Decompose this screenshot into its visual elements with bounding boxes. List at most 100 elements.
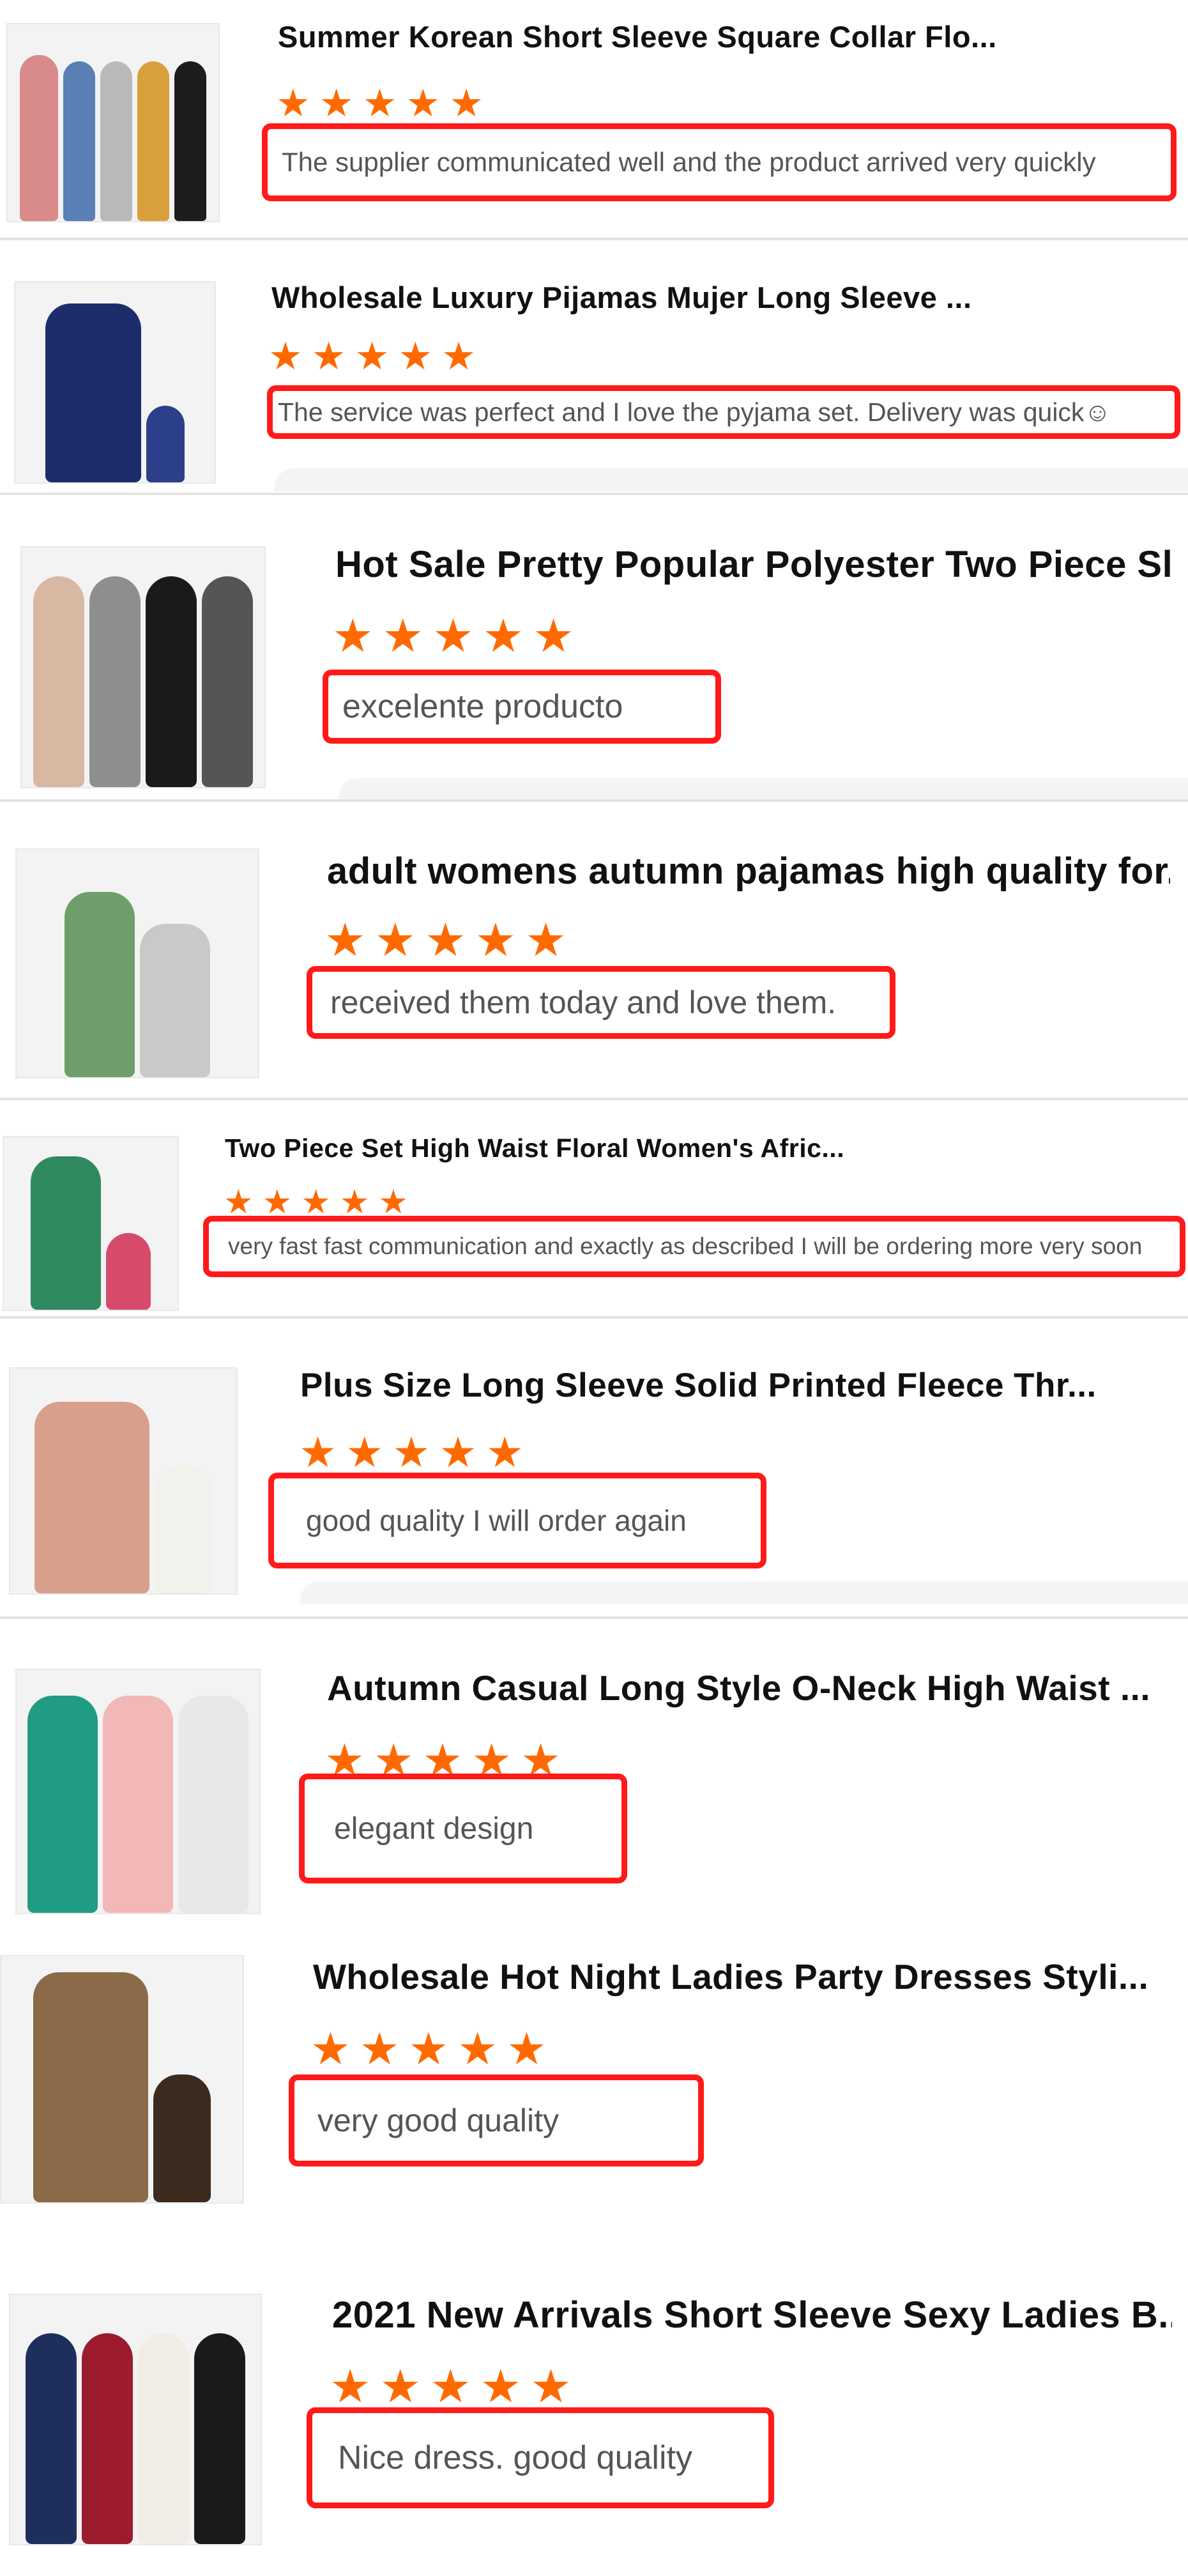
review-text: elegant design [334,1811,534,1846]
star-icon: ★ [398,335,433,378]
review-highlight-box: The supplier communicated well and the p… [262,123,1177,201]
divider [0,238,1188,240]
star-icon: ★ [268,335,303,378]
star-icon: ★ [485,1429,524,1476]
star-icon: ★ [374,915,416,966]
product-thumbnail[interactable] [14,281,216,484]
product-thumbnail[interactable] [0,1955,244,2204]
star-icon: ★ [432,611,474,662]
product-thumbnail[interactable] [3,1136,179,1311]
star-icon: ★ [339,1184,370,1221]
star-icon: ★ [299,1429,337,1476]
rating-stars: ★ ★ ★ ★ ★ [299,1431,524,1473]
rating-stars: ★ ★ ★ ★ ★ [224,1186,408,1219]
dress-figure [174,61,206,221]
star-icon: ★ [441,335,476,378]
star-icon: ★ [359,2024,400,2074]
star-icon: ★ [533,611,574,662]
rating-stars: ★ ★ ★ ★ ★ [332,613,574,659]
dress-figure [178,1696,248,1913]
dress-figure [137,61,169,221]
star-icon: ★ [310,2024,351,2074]
star-icon: ★ [311,335,346,378]
product-thumbnail[interactable] [9,1367,238,1595]
product-title[interactable]: Hot Sale Pretty Popular Polyester Two Pi… [335,543,1172,586]
dress-figure [138,2333,189,2544]
dress-figure [20,55,58,221]
star-icon: ★ [276,82,310,125]
review-text: very good quality [317,2103,560,2138]
pajama-figure [45,303,141,482]
review-text: excelente producto [342,688,623,725]
review-highlight-box: good quality I will order again [268,1473,766,1568]
star-icon: ★ [482,611,524,662]
star-icon: ★ [480,2361,522,2412]
review-text: Nice dress. good quality [338,2439,692,2476]
rating-stars: ★ ★ ★ ★ ★ [268,337,476,376]
dress-figure [100,61,132,221]
swimsuit-figure [106,1233,151,1310]
product-title[interactable]: Wholesale Luxury Pijamas Mujer Long Slee… [271,280,1172,315]
star-icon: ★ [319,82,354,125]
product-title[interactable]: Summer Korean Short Sleeve Square Collar… [278,19,1172,54]
divider [0,799,1188,802]
review-text: The service was perfect and I love the p… [278,397,1111,427]
swimsuit-figure [31,1156,101,1310]
product-thumbnail[interactable] [15,848,259,1078]
product-thumbnail[interactable] [20,546,266,788]
rating-stars: ★ ★ ★ ★ ★ [276,84,484,123]
star-icon: ★ [475,915,517,966]
product-thumbnail[interactable] [6,23,220,222]
star-icon: ★ [379,2361,422,2412]
star-icon: ★ [425,915,466,966]
dress-figure [153,2074,211,2202]
dress-figure [27,1696,98,1913]
star-icon: ★ [224,1184,254,1221]
rating-stars: ★ ★ ★ ★ ★ [330,2364,572,2410]
star-icon: ★ [530,2361,572,2412]
divider [0,1616,1188,1619]
star-icon: ★ [439,1429,477,1476]
review-text: good quality I will order again [306,1504,687,1537]
product-title[interactable]: 2021 New Arrivals Short Sleeve Sexy Ladi… [332,2294,1172,2336]
outfit-figure [202,576,253,787]
star-icon: ★ [525,915,567,966]
card-shadow [275,468,1188,491]
star-icon: ★ [406,82,441,125]
dress-figure [33,1972,148,2202]
product-thumbnail[interactable] [15,1669,261,1914]
dress-figure [63,61,95,221]
star-icon: ★ [330,2361,371,2412]
divider [0,493,1188,495]
dress-figure [26,2333,77,2544]
star-icon: ★ [506,2024,547,2074]
star-icon: ★ [301,1184,331,1221]
star-icon: ★ [346,1429,384,1476]
fleece-figure [34,1402,149,1593]
product-title[interactable]: Autumn Casual Long Style O-Neck High Wai… [327,1667,1170,1708]
review-highlight-box: received them today and love them. [307,966,895,1039]
star-icon: ★ [430,2361,471,2412]
star-icon: ★ [378,1184,409,1221]
outfit-figure [33,576,84,787]
card-shadow [300,1581,1188,1604]
divider [0,1098,1188,1100]
product-thumbnail[interactable] [9,2294,262,2545]
product-title[interactable]: adult womens autumn pajamas high quality… [327,850,1170,893]
star-icon: ★ [262,1184,293,1221]
rating-stars: ★ ★ ★ ★ ★ [310,2027,547,2071]
review-highlight-box: very good quality [289,2074,704,2166]
star-icon: ★ [408,2024,449,2074]
product-title[interactable]: Wholesale Hot Night Ladies Party Dresses… [313,1956,1172,1997]
star-icon: ★ [449,82,484,125]
review-highlight-box: excelente producto [323,670,721,744]
product-title[interactable]: Two Piece Set High Waist Floral Women's … [225,1133,1170,1163]
product-title[interactable]: Plus Size Long Sleeve Solid Printed Flee… [300,1366,1169,1405]
review-highlight-box: The service was perfect and I love the p… [267,385,1180,439]
fleece-figure [155,1466,212,1593]
pajama-figure [65,892,135,1077]
review-text: The supplier communicated well and the p… [282,147,1096,177]
dress-figure [82,2333,133,2544]
review-text: received them today and love them. [330,985,837,1020]
star-icon: ★ [392,1429,430,1476]
